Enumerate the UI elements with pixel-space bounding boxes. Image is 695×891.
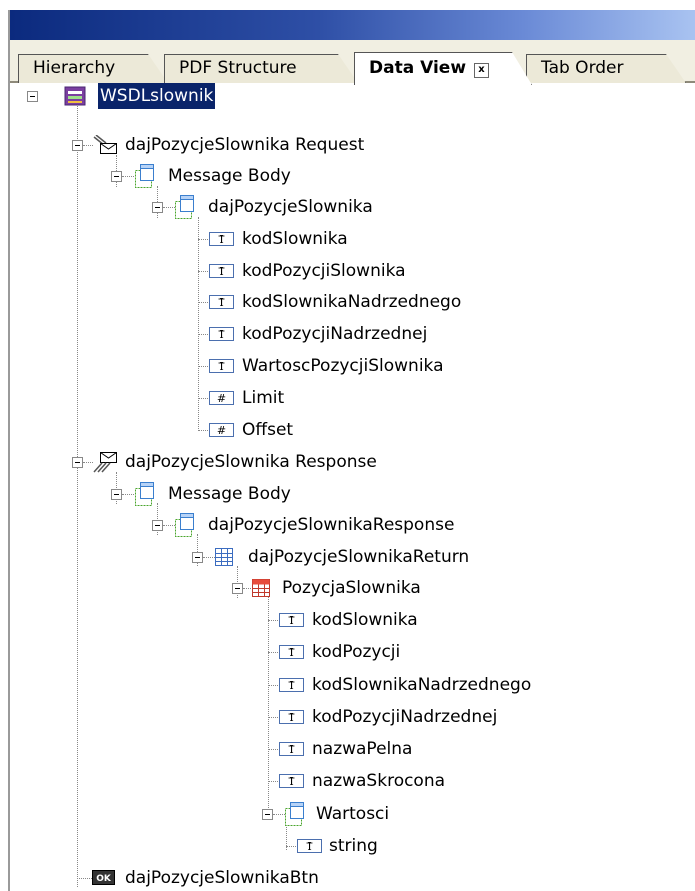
field-label: kodSlownika (312, 610, 418, 630)
tree-node-response[interactable]: dajPozycjeSlownika Response (10, 449, 695, 475)
window-top (0, 0, 695, 10)
text-field-icon (209, 327, 234, 342)
text-field-icon (279, 742, 304, 757)
field-label: kodSlownikaNadrzednego (312, 675, 532, 695)
tab-hierarchy[interactable]: Hierarchy (18, 54, 168, 83)
numeric-field-icon (209, 391, 234, 406)
message-body-icon (135, 164, 154, 188)
tree-node-message-body[interactable]: Message Body (10, 163, 695, 189)
tree-node-message-body[interactable]: Message Body (10, 481, 695, 507)
collapse-icon[interactable] (72, 457, 83, 468)
tab-pdf-structure[interactable]: PDF Structure (164, 54, 358, 83)
tree-leaf[interactable]: Offset (10, 417, 695, 443)
response-envelope-icon (93, 452, 117, 473)
collapse-icon[interactable] (27, 91, 38, 102)
field-label: kodSlownikaNadrzednego (242, 292, 462, 312)
tree-node-wartosci[interactable]: Wartosci (10, 801, 695, 827)
text-field-icon (279, 678, 304, 693)
collapse-icon[interactable] (72, 140, 83, 151)
element-label: dajPozycjeSlownikaResponse (208, 515, 455, 535)
return-label: dajPozycjeSlownikaReturn (248, 547, 470, 567)
field-label: kodPozycjiNadrzednej (242, 324, 428, 344)
response-label: dajPozycjeSlownika Response (125, 452, 377, 472)
collapse-icon[interactable] (152, 520, 163, 531)
field-label: Offset (242, 420, 294, 440)
tree-leaf[interactable]: nazwaSkrocona (10, 768, 695, 794)
text-field-icon (279, 710, 304, 725)
tree-leaf[interactable]: kodSlownikaNadrzednego (10, 672, 695, 698)
tree-root-label: WSDLslownik (98, 83, 216, 109)
tree-leaf[interactable]: kodPozycjiNadrzednej (10, 321, 695, 347)
data-view-tree: I # (10, 83, 695, 891)
message-body-label: Message Body (168, 166, 291, 186)
request-envelope-icon (93, 135, 117, 154)
field-label: kodPozycjiSlownika (242, 261, 406, 281)
tab-tab-order[interactable]: Tab Order (526, 54, 686, 83)
tree-leaf[interactable]: nazwaPelna (10, 736, 695, 762)
tab-hierarchy-label: Hierarchy (33, 58, 116, 78)
collapse-icon[interactable] (262, 809, 273, 820)
subform-icon (285, 802, 304, 826)
svg-text:OK: OK (96, 874, 112, 884)
text-field-icon (209, 264, 234, 279)
collapse-icon[interactable] (192, 552, 203, 563)
tab-pdf-structure-label: PDF Structure (179, 58, 297, 78)
field-label: kodSlownika (242, 229, 348, 249)
tree-leaf[interactable]: string (10, 833, 695, 859)
table-row-icon (252, 579, 270, 597)
text-field-icon (209, 359, 234, 374)
tree-node-request[interactable]: dajPozycjeSlownika Request (10, 132, 695, 158)
tree-leaf[interactable]: kodSlownika (10, 607, 695, 633)
subform-icon (175, 195, 194, 219)
tree-node-button[interactable]: OK dajPozycjeSlownikaBtn (10, 865, 695, 891)
tree-leaf[interactable]: kodPozycji (10, 639, 695, 665)
subform-icon (175, 513, 194, 537)
text-field-icon (279, 613, 304, 628)
tree-node-element[interactable]: dajPozycjeSlownika (10, 194, 695, 220)
tab-data-view-label: Data View (369, 58, 467, 78)
text-field-icon (279, 774, 304, 789)
tree-leaf[interactable]: WartoscPozycjiSlownika (10, 353, 695, 379)
button-ok-icon: OK (92, 870, 115, 885)
field-label: nazwaSkrocona (312, 771, 446, 791)
tab-data-view[interactable]: Data View x (354, 52, 532, 85)
field-label: kodPozycjiNadrzednej (312, 707, 498, 727)
field-label: WartoscPozycjiSlownika (242, 356, 444, 376)
field-label: nazwaPelna (312, 739, 413, 759)
text-field-icon (209, 232, 234, 247)
tree-leaf[interactable]: kodSlownikaNadrzednego (10, 289, 695, 315)
collapse-icon[interactable] (111, 171, 122, 182)
button-label: dajPozycjeSlownikaBtn (125, 868, 319, 888)
wartosci-label: Wartosci (316, 804, 390, 824)
tab-bar: Hierarchy PDF Structure Data View x Tab O… (10, 40, 695, 83)
tab-tab-order-label: Tab Order (541, 58, 624, 78)
item-label: PozycjaSlownika (282, 578, 421, 598)
form-schema-icon (64, 86, 86, 106)
tree-node-element[interactable]: dajPozycjeSlownikaResponse (10, 512, 695, 538)
tree-leaf[interactable]: kodSlownika (10, 226, 695, 252)
string-label: string (329, 836, 378, 856)
close-tab-icon[interactable]: x (474, 63, 489, 78)
panel-title-bar (10, 10, 695, 40)
tree-root[interactable]: WSDLslownik (10, 83, 695, 109)
tree-leaf[interactable]: kodPozycjiSlownika (10, 258, 695, 284)
collapse-icon[interactable] (232, 583, 243, 594)
tree-node-return[interactable]: dajPozycjeSlownikaReturn (10, 544, 695, 570)
tree-node-item[interactable]: PozycjaSlownika (10, 575, 695, 601)
text-field-icon (279, 645, 304, 660)
message-body-icon (135, 482, 154, 506)
tree-leaf[interactable]: Limit (10, 385, 695, 411)
numeric-field-icon (209, 423, 234, 438)
field-label: kodPozycji (312, 642, 401, 662)
table-icon (215, 548, 233, 566)
element-label: dajPozycjeSlownika (208, 197, 373, 217)
tree-leaf[interactable]: kodPozycjiNadrzednej (10, 704, 695, 730)
request-label: dajPozycjeSlownika Request (125, 135, 365, 155)
collapse-icon[interactable] (111, 489, 122, 500)
field-label: Limit (242, 388, 285, 408)
message-body-label: Message Body (168, 484, 291, 504)
text-field-icon (209, 295, 234, 310)
text-field-icon (297, 839, 322, 854)
collapse-icon[interactable] (152, 202, 163, 213)
